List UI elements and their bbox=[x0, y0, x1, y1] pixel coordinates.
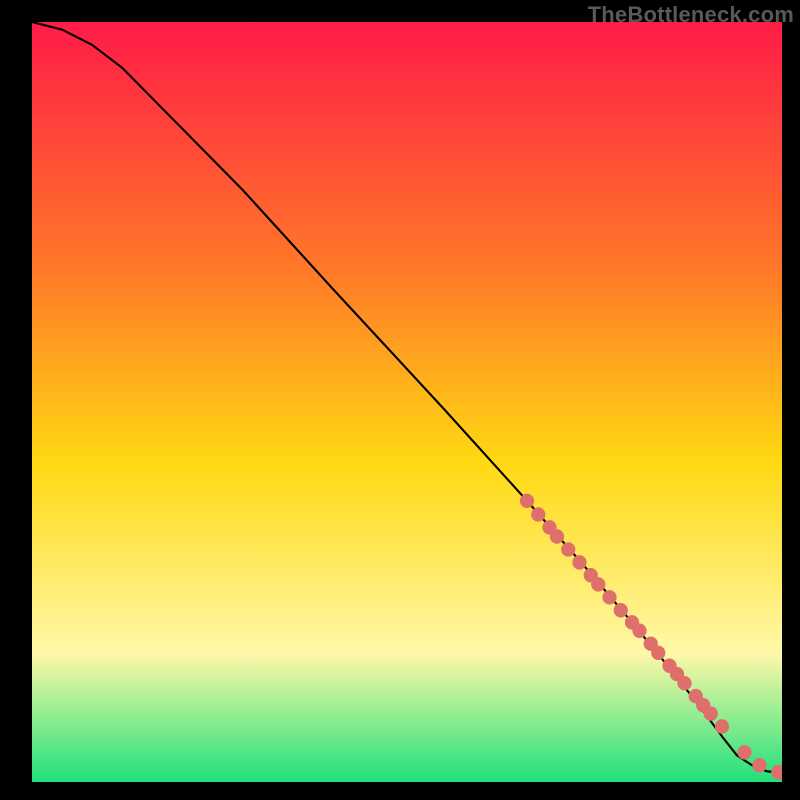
chart-stage: { "watermark": "TheBottleneck.com", "col… bbox=[0, 0, 800, 800]
data-point bbox=[704, 706, 718, 720]
data-point bbox=[572, 555, 586, 569]
data-point bbox=[614, 603, 628, 617]
data-point bbox=[531, 507, 545, 521]
chart-svg bbox=[32, 22, 782, 782]
data-point bbox=[561, 542, 575, 556]
data-point bbox=[550, 529, 564, 543]
data-point bbox=[752, 758, 766, 772]
data-point bbox=[677, 676, 691, 690]
data-point bbox=[651, 646, 665, 660]
data-point bbox=[602, 590, 616, 604]
data-point bbox=[591, 577, 605, 591]
data-point bbox=[520, 494, 534, 508]
data-point bbox=[715, 719, 729, 733]
data-point bbox=[737, 745, 751, 759]
data-point bbox=[632, 624, 646, 638]
